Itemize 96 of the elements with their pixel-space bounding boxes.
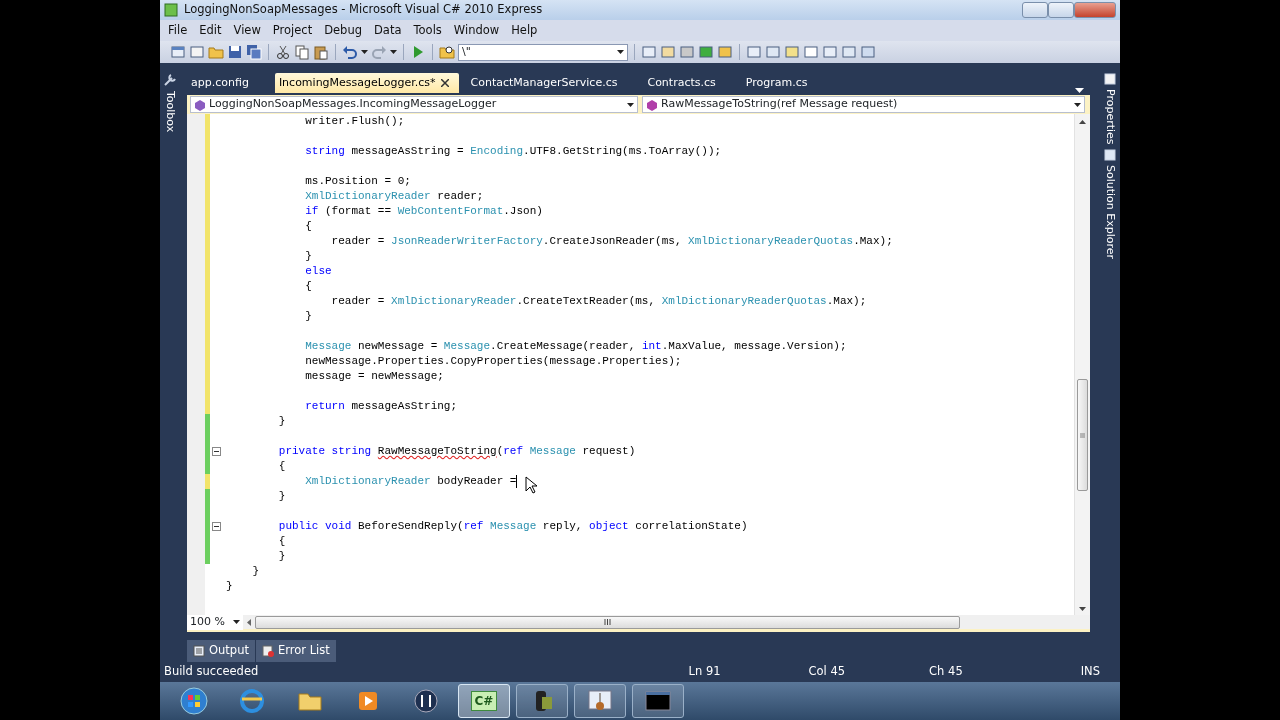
menu-item[interactable]: View	[227, 21, 267, 40]
code-line: private string RawMessageToString(ref Message request)	[277, 444, 636, 459]
paste-icon[interactable]	[313, 44, 329, 60]
method-icon	[646, 98, 658, 111]
type-dropdown[interactable]: LoggingNonSoapMessages.IncomingMessageLogger	[190, 96, 638, 113]
toolbox-tab[interactable]: Toolbox	[161, 91, 179, 133]
menu-item[interactable]: Help	[505, 21, 544, 40]
taskbar-button[interactable]: C#	[458, 684, 510, 718]
properties-tab[interactable]: Properties	[1101, 89, 1119, 145]
arrow-down-icon[interactable]	[1079, 607, 1086, 611]
code-line: }	[251, 564, 259, 579]
code-line: newMessage.Properties.CopyProperties(message.Properties);	[304, 354, 682, 369]
output-icon	[193, 645, 205, 657]
panel-tab[interactable]: Output	[187, 640, 255, 662]
minimize-button[interactable]	[1022, 2, 1048, 18]
code-line: {	[277, 534, 286, 549]
code-line: reader = JsonReaderWriterFactory.CreateJsonReader(ms, XmlDictionaryReaderQuotas.Max);	[330, 234, 893, 249]
code-line: public void BeforeSendReply(ref Message reply, object correlationState)	[277, 519, 748, 534]
menu-item[interactable]: Project	[266, 21, 319, 40]
horizontal-scrollbar[interactable]	[255, 615, 960, 629]
code-line: XmlDictionaryReader bodyReader =	[304, 474, 517, 489]
taskbar-button[interactable]	[574, 684, 626, 718]
document-tab[interactable]: Program.cs	[741, 73, 818, 93]
code-line: {	[277, 459, 286, 474]
new-window-icon[interactable]	[170, 44, 186, 60]
member-dropdown[interactable]: RawMessageToString(ref Message request)	[642, 96, 1085, 113]
menu-item[interactable]: Window	[447, 21, 506, 40]
code-line: }	[304, 249, 312, 264]
dropdown-arrow-icon[interactable]	[617, 50, 624, 54]
collapse-icon[interactable]	[211, 522, 221, 531]
char-number: Ch 45	[929, 663, 963, 681]
code-line: else	[304, 264, 332, 279]
browser-icon[interactable]	[238, 687, 266, 715]
panel-tab[interactable]: Error List	[255, 640, 336, 662]
menu-item[interactable]: Debug	[318, 21, 368, 40]
insert-mode: INS	[1080, 663, 1100, 681]
app-icon	[164, 3, 178, 17]
dropdown-arrow-icon[interactable]	[1074, 102, 1081, 107]
code-line: {	[304, 279, 312, 294]
window-title: LoggingNonSoapMessages - Microsoft Visual C# 2010 Express	[184, 1, 543, 19]
mouse-pointer-icon	[525, 476, 537, 494]
column-number: Col 45	[808, 663, 846, 681]
code-line: }	[277, 414, 286, 429]
code-line: XmlDictionaryReader reader;	[304, 189, 484, 204]
save-icon[interactable]	[227, 44, 243, 60]
code-line: message = newMessage;	[304, 369, 444, 384]
dropdown-arrow-icon[interactable]	[627, 102, 634, 107]
line-number: Ln 91	[688, 663, 721, 681]
code-line: Message newMessage = Message.CreateMessage(reader, int.MaxValue, message.Version);	[304, 339, 847, 354]
dropdown-arrow-icon[interactable]	[361, 50, 368, 54]
scissors-icon[interactable]	[275, 44, 291, 60]
menu-item[interactable]: Tools	[407, 21, 448, 40]
code-line: reader = XmlDictionaryReader.CreateTextReader(ms, XmlDictionaryReaderQuotas.Max);	[330, 294, 867, 309]
find-icon[interactable]	[439, 44, 455, 60]
document-tab[interactable]: ContactManagerService.cs	[466, 73, 628, 93]
collapse-icon[interactable]	[211, 447, 221, 456]
properties-icon[interactable]	[1104, 73, 1116, 85]
grip-icon	[604, 619, 611, 625]
vertical-scrollbar[interactable]	[1074, 114, 1090, 615]
maximize-button[interactable]	[1048, 2, 1074, 18]
undo-icon[interactable]	[342, 44, 358, 60]
taskbar-button[interactable]	[516, 684, 568, 718]
menu-item[interactable]: Edit	[193, 21, 228, 40]
solution-icon[interactable]	[1104, 148, 1116, 161]
taskbar-button[interactable]	[632, 684, 684, 718]
dropdown-arrow-icon[interactable]	[233, 620, 240, 624]
error-list-icon	[261, 645, 274, 657]
document-tab[interactable]: app.config	[187, 73, 259, 93]
grip-icon	[1080, 432, 1085, 438]
code-line: writer.Flush();	[304, 114, 405, 129]
add-item-icon[interactable]	[189, 44, 205, 60]
close-icon[interactable]	[440, 79, 449, 87]
code-line: return messageAsString;	[304, 399, 458, 414]
menu-item[interactable]: Data	[368, 21, 408, 40]
code-line: }	[277, 489, 286, 504]
code-line: }	[304, 309, 312, 324]
code-line: {	[304, 219, 312, 234]
arrow-left-icon[interactable]	[247, 618, 251, 626]
code-line: ms.Position = 0;	[304, 174, 411, 189]
code-line: string messageAsString = Encoding.UTF8.GetString(ms.ToArray());	[304, 144, 722, 159]
save-all-icon[interactable]	[246, 44, 262, 60]
menu-item[interactable]: File	[162, 21, 194, 40]
dropdown-arrow-icon[interactable]	[390, 50, 397, 54]
document-tab[interactable]: IncomingMessageLogger.cs*	[274, 73, 459, 93]
start-button[interactable]	[180, 687, 208, 715]
code-line: if (format == WebContentFormat.Json)	[304, 204, 543, 219]
status-message: Build succeeded	[164, 663, 259, 681]
class-icon	[194, 98, 206, 111]
document-tab[interactable]: Contracts.cs	[643, 73, 726, 93]
code-line: }	[277, 549, 286, 564]
find-combo[interactable]: \"	[458, 43, 628, 61]
solution-explorer-tab[interactable]: Solution Explorer	[1101, 164, 1119, 259]
code-line: }	[226, 579, 233, 594]
copy-icon[interactable]	[294, 44, 310, 60]
code-app-icon[interactable]: C#	[470, 691, 498, 711]
arrow-up-icon[interactable]	[1079, 120, 1086, 124]
